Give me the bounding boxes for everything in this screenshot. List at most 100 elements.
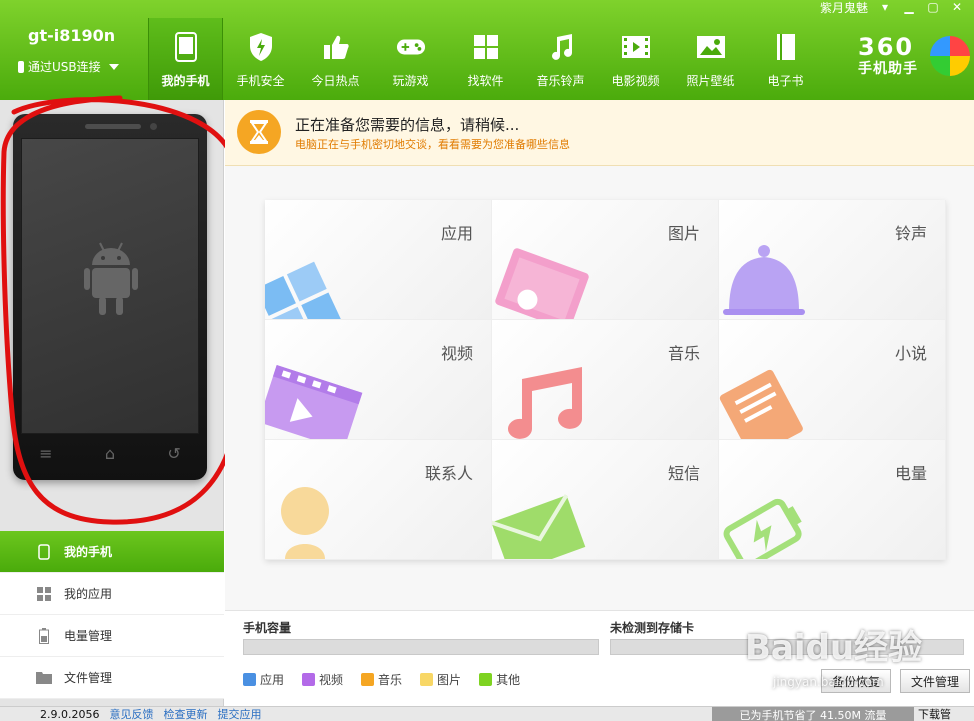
submit-app-link[interactable]: 提交应用 <box>217 706 261 721</box>
hourglass-icon <box>237 110 281 154</box>
menu-key-icon: ≡ <box>39 444 53 463</box>
loading-notice: 正在准备您需要的信息，请稍候... 电脑正在与手机密切地交谈，看看需要为您准备哪… <box>225 100 974 166</box>
book-icon <box>771 32 801 62</box>
music-note-icon <box>546 32 576 62</box>
notice-title: 正在准备您需要的信息，请稍候... <box>295 116 520 134</box>
nav-my-phone[interactable]: 我的手机 <box>148 18 223 100</box>
battery-icon <box>723 498 802 559</box>
menu-icon[interactable]: ▾ <box>878 0 892 14</box>
baidu-watermark: Baidu经验 jingyan.baidu.com <box>745 620 922 689</box>
bell-icon <box>723 245 805 315</box>
brand-ball-icon <box>930 36 970 76</box>
envelope-icon <box>492 494 586 559</box>
legend-swatch <box>361 673 375 686</box>
connection-dropdown[interactable]: 通过USB连接 <box>18 58 119 75</box>
tile-ringtones[interactable]: 铃声 <box>719 200 946 320</box>
nav-photos-wallpapers[interactable]: 照片壁纸 <box>673 18 748 100</box>
battery-icon <box>36 627 52 644</box>
watermark-text: Baidu经验 <box>745 628 923 668</box>
nav-movies[interactable]: 电影视频 <box>598 18 673 100</box>
window-controls: 紫月鬼魅 ▾ ▁ ▢ ✕ <box>820 0 964 16</box>
nav-games[interactable]: 玩游戏 <box>373 18 448 100</box>
left-menu: 我的手机 我的应用 电量管理 文件管理 <box>0 531 224 699</box>
picture-icon <box>495 248 589 319</box>
tile-apps[interactable]: 应用 <box>265 200 492 320</box>
legend-apps: 应用 <box>243 671 284 688</box>
legend-music: 音乐 <box>361 671 402 688</box>
close-icon[interactable]: ✕ <box>950 0 964 14</box>
menu-item-battery[interactable]: 电量管理 <box>0 615 224 657</box>
apps-icon <box>265 261 342 319</box>
shield-icon <box>246 32 276 62</box>
picture-icon <box>696 32 726 62</box>
menu-item-label: 我的手机 <box>64 545 113 559</box>
category-grid: 应用 图片 铃声 视频 音乐 小说 联系人 短信 电量 <box>265 200 946 560</box>
phone-camera <box>150 123 157 130</box>
nav-music-ringtones[interactable]: 音乐铃声 <box>523 18 598 100</box>
contact-icon <box>281 487 329 559</box>
menu-item-files[interactable]: 文件管理 <box>0 657 224 699</box>
tile-pictures[interactable]: 图片 <box>492 200 719 320</box>
video-icon <box>265 365 363 439</box>
minimize-icon[interactable]: ▁ <box>902 0 916 14</box>
nav-today-hot[interactable]: 今日热点 <box>298 18 373 100</box>
tile-contacts[interactable]: 联系人 <box>265 440 492 560</box>
phone-icon <box>171 32 201 62</box>
feedback-link[interactable]: 意见反馈 <box>109 706 153 721</box>
main-content: 正在准备您需要的信息，请稍候... 电脑正在与手机密切地交谈，看看需要为您准备哪… <box>225 100 974 706</box>
download-manager-button[interactable]: 下载管 <box>918 706 951 721</box>
brand-subtitle: 手机助手 <box>858 61 918 77</box>
nav-phone-security[interactable]: 手机安全 <box>223 18 298 100</box>
tile-music[interactable]: 音乐 <box>492 320 719 440</box>
user-name[interactable]: 紫月鬼魅 <box>820 0 868 16</box>
music-icon <box>508 367 582 439</box>
legend-other: 其他 <box>479 671 520 688</box>
phone-capacity-bar <box>243 639 599 655</box>
tile-novels[interactable]: 小说 <box>719 320 946 440</box>
nav-ebooks[interactable]: 电子书 <box>748 18 823 100</box>
check-update-link[interactable]: 检查更新 <box>163 706 207 721</box>
menu-item-label: 电量管理 <box>64 629 113 643</box>
usb-icon <box>18 60 24 73</box>
brand-name: 360 <box>858 33 915 61</box>
gamepad-icon <box>396 32 426 62</box>
phone-preview: ≡ ⌂ ↺ <box>13 114 207 480</box>
legend-video: 视频 <box>302 671 343 688</box>
device-name: gt-i8190n <box>28 26 116 45</box>
phone-capacity-label: 手机容量 <box>243 621 292 635</box>
apps-grid-icon <box>36 586 52 602</box>
top-bar: gt-i8190n 通过USB连接 我的手机 手机安全 今日热点 玩游戏 找软件… <box>0 0 974 100</box>
film-icon <box>621 32 651 62</box>
menu-item-label: 文件管理 <box>64 671 113 685</box>
phone-keys: ≡ ⌂ ↺ <box>13 444 207 463</box>
menu-item-my-phone[interactable]: 我的手机 <box>0 531 224 573</box>
tile-battery[interactable]: 电量 <box>719 440 946 560</box>
phone-speaker <box>85 124 141 129</box>
maximize-icon[interactable]: ▢ <box>926 0 940 14</box>
apps-grid-icon <box>471 32 501 62</box>
menu-item-label: 我的应用 <box>64 587 113 601</box>
status-bar: 2.9.0.2056 意见反馈 检查更新 提交应用 已为手机节省了 41.50M… <box>0 706 974 721</box>
tile-sms[interactable]: 短信 <box>492 440 719 560</box>
legend-swatch <box>243 673 256 686</box>
thumbs-up-icon <box>321 32 351 62</box>
connection-label: 通过USB连接 <box>28 60 101 74</box>
nav-find-software[interactable]: 找软件 <box>448 18 523 100</box>
brand-logo: 360 手机助手 <box>858 33 918 78</box>
tile-videos[interactable]: 视频 <box>265 320 492 440</box>
chevron-down-icon <box>108 63 119 70</box>
storage-legend: 应用 视频 音乐 图片 其他 <box>243 671 520 688</box>
watermark-url: jingyan.baidu.com <box>773 675 884 689</box>
android-icon <box>84 242 138 315</box>
device-info: gt-i8190n 通过USB连接 <box>0 0 148 100</box>
legend-swatch <box>479 673 493 686</box>
phone-icon <box>36 543 52 560</box>
version-label: 2.9.0.2056 <box>40 707 100 721</box>
home-key-icon: ⌂ <box>104 444 116 463</box>
legend-swatch <box>302 673 316 686</box>
traffic-saved-label: 已为手机节省了 41.50M 流量 <box>712 706 914 721</box>
sd-card-label: 未检测到存储卡 <box>610 621 695 635</box>
legend-pictures: 图片 <box>420 671 461 688</box>
left-panel: ≡ ⌂ ↺ 我的手机 我的应用 电量管理 文件管理 <box>0 100 224 706</box>
menu-item-my-apps[interactable]: 我的应用 <box>0 573 224 615</box>
